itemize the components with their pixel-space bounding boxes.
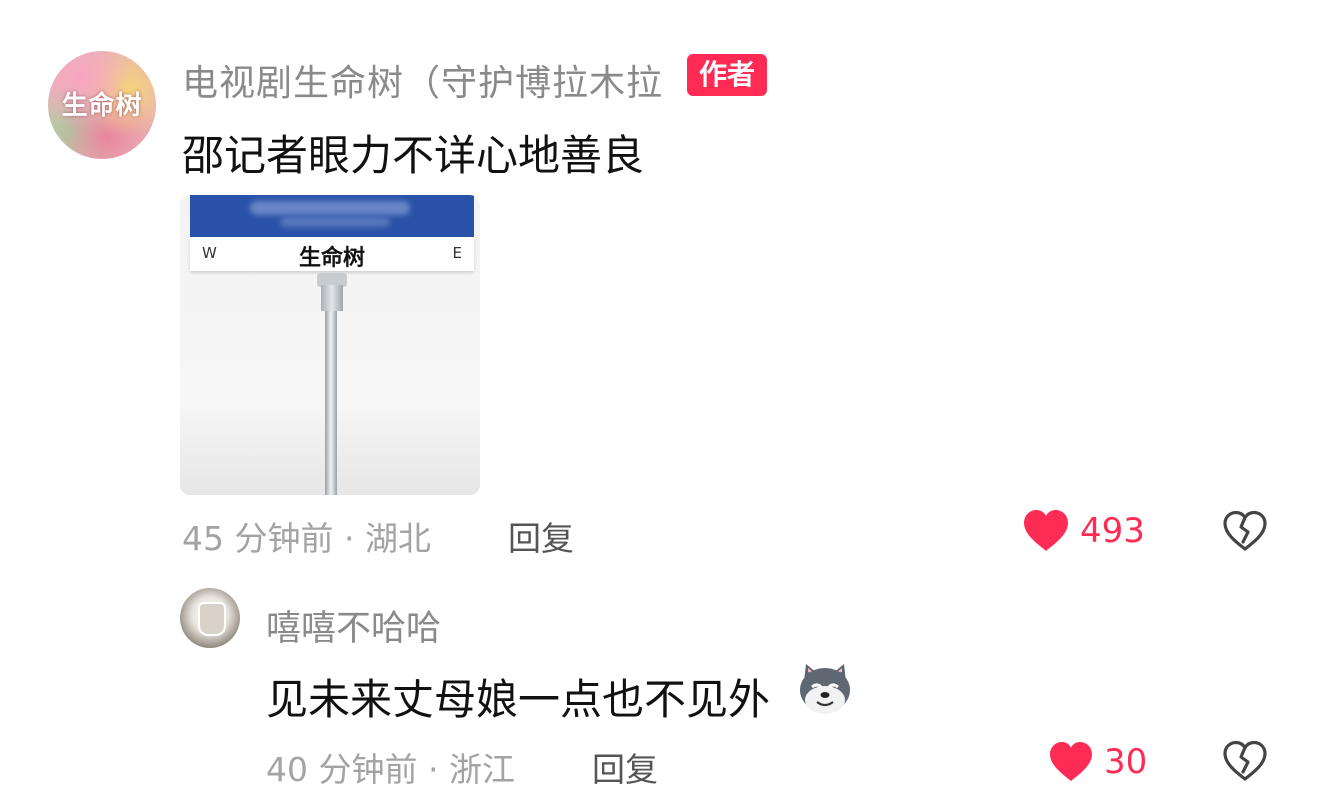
like-button[interactable]: 493: [1022, 509, 1145, 553]
street-sign-top: [190, 195, 474, 237]
reply-like-count: 30: [1104, 742, 1148, 782]
reply-username[interactable]: 嘻嘻不哈哈: [266, 600, 441, 651]
reply-reply-button[interactable]: 回复: [592, 743, 658, 791]
street-sign: W 生命树 E: [190, 237, 474, 271]
heart-icon: [1022, 509, 1070, 553]
reply-dislike-button[interactable]: [1222, 740, 1268, 782]
avatar-logo-text: 生命树: [61, 91, 143, 121]
reply-text: 见未来丈母娘一点也不见外: [266, 675, 771, 724]
sign-pole: [325, 311, 337, 495]
reply-button[interactable]: 回复: [508, 512, 574, 560]
sign-east-label: E: [452, 244, 462, 262]
author-badge: 作者: [687, 54, 768, 96]
broken-heart-icon: [1222, 740, 1268, 782]
reply-avatar[interactable]: [180, 588, 240, 648]
comment-username[interactable]: 电视剧生命树（守护博拉木拉: [182, 54, 663, 106]
comment-time-location: 45 分钟前 · 湖北: [182, 519, 431, 558]
avatar-figure: [198, 602, 226, 636]
dislike-button[interactable]: [1222, 510, 1268, 552]
wolf-emoji-icon: [796, 660, 854, 718]
comment-image[interactable]: W 生命树 E: [180, 195, 480, 495]
sign-title: 生命树: [298, 245, 365, 271]
like-count: 493: [1080, 511, 1145, 551]
broken-heart-icon: [1222, 510, 1268, 552]
comment-text: 邵记者眼力不详心地善良: [182, 131, 645, 180]
reply-like-button[interactable]: 30: [1048, 741, 1147, 783]
author-avatar[interactable]: 生命树: [48, 51, 156, 159]
reply-time-location: 40 分钟前 · 浙江: [266, 750, 515, 789]
pole-collar: [321, 285, 343, 311]
heart-icon: [1048, 741, 1094, 783]
